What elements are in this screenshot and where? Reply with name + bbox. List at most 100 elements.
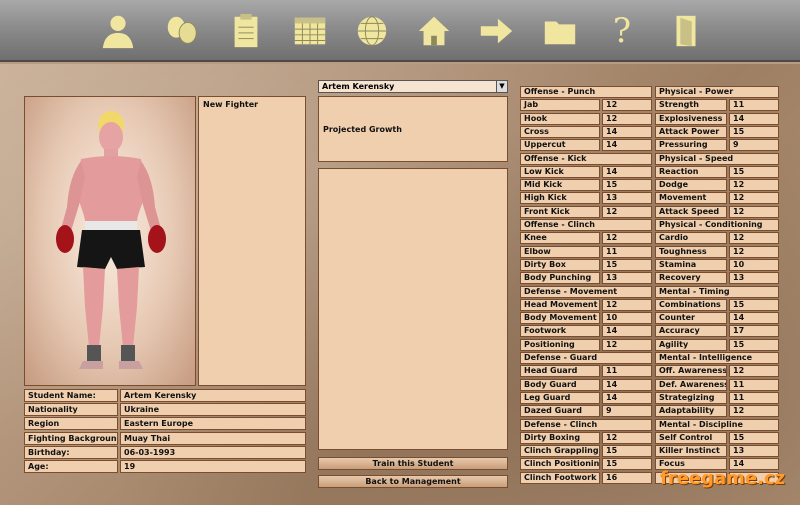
info-value: Eastern Europe bbox=[120, 417, 306, 431]
help-icon[interactable]: ? bbox=[600, 10, 644, 52]
stat-name: Front Kick bbox=[520, 205, 600, 218]
back-to-management-button[interactable]: Back to Management bbox=[318, 475, 508, 488]
stat-value: 13 bbox=[729, 272, 779, 285]
fighter-figure bbox=[56, 111, 166, 369]
stat-value: 12 bbox=[602, 205, 652, 218]
train-student-button[interactable]: Train this Student bbox=[318, 457, 508, 470]
stat-name: Body Guard bbox=[520, 378, 600, 391]
stat-name: Head Movement bbox=[520, 298, 600, 311]
growth-chart-area bbox=[318, 168, 508, 450]
info-row: Fighting Background: Muay Thai bbox=[24, 431, 306, 445]
info-value: Muay Thai bbox=[120, 431, 306, 445]
stat-value: 14 bbox=[602, 378, 652, 391]
stat-name: Clinch Positioning bbox=[520, 458, 600, 471]
person-icon[interactable] bbox=[96, 10, 140, 52]
stat-group-header: Physical - Conditioning bbox=[655, 219, 779, 231]
stat-value: 12 bbox=[602, 431, 652, 444]
stat-value: 12 bbox=[602, 232, 652, 245]
stat-value: 13 bbox=[729, 445, 779, 458]
stat-name: Dirty Boxing bbox=[520, 431, 600, 444]
stat-name: Combinations bbox=[655, 298, 727, 311]
stat-name: Body Movement bbox=[520, 312, 600, 325]
stat-group-header: Physical - Power bbox=[655, 86, 779, 98]
stat-value: 14 bbox=[602, 325, 652, 338]
stat-value: 17 bbox=[729, 325, 779, 338]
stat-value: 12 bbox=[729, 192, 779, 205]
stat-value: 11 bbox=[602, 245, 652, 258]
info-row: Region Eastern Europe bbox=[24, 417, 306, 431]
stat-name: Recovery bbox=[655, 272, 727, 285]
info-label: Nationality bbox=[24, 403, 118, 417]
stat-name: Strength bbox=[655, 99, 727, 112]
info-value: 06-03-1993 bbox=[120, 445, 306, 459]
stat-name: Attack Speed bbox=[655, 205, 727, 218]
stat-value: 15 bbox=[729, 298, 779, 311]
stat-value: 12 bbox=[729, 179, 779, 192]
fighter-notes-panel: New Fighter bbox=[198, 96, 306, 386]
exit-door-icon[interactable] bbox=[664, 10, 708, 52]
new-fighter-label: New Fighter bbox=[203, 100, 259, 109]
stat-value: 10 bbox=[602, 312, 652, 325]
projected-growth-panel: Projected Growth bbox=[318, 96, 508, 162]
stat-name: Movement bbox=[655, 192, 727, 205]
info-label: Fighting Background: bbox=[24, 431, 118, 445]
arrow-right-icon[interactable] bbox=[474, 10, 518, 52]
stat-name: Strategizing bbox=[655, 391, 727, 404]
stat-name: Footwork bbox=[520, 325, 600, 338]
stat-value: 11 bbox=[729, 378, 779, 391]
stat-name: Dazed Guard bbox=[520, 405, 600, 418]
info-label: Region bbox=[24, 417, 118, 431]
info-value: Artem Kerensky bbox=[120, 389, 306, 402]
stat-name: Toughness bbox=[655, 245, 727, 258]
stat-name: Jab bbox=[520, 99, 600, 112]
folder-icon[interactable] bbox=[538, 10, 582, 52]
stat-name: Positioning bbox=[520, 338, 600, 351]
stat-name: Counter bbox=[655, 312, 727, 325]
stat-name: Clinch Grappling bbox=[520, 445, 600, 458]
stat-name: Cross bbox=[520, 125, 600, 138]
stat-value: 9 bbox=[602, 405, 652, 418]
stat-name: Stamina bbox=[655, 258, 727, 271]
stat-value: 14 bbox=[602, 139, 652, 152]
stat-name: Uppercut bbox=[520, 139, 600, 152]
stat-value: 15 bbox=[729, 165, 779, 178]
info-label: Birthday: bbox=[24, 445, 118, 459]
stat-group-header: Physical - Speed bbox=[655, 152, 779, 165]
chevron-down-icon[interactable]: ▼ bbox=[496, 81, 507, 92]
clipboard-icon[interactable] bbox=[224, 10, 268, 52]
watermark-logo: freegame.cz bbox=[660, 468, 786, 489]
stat-value: 14 bbox=[602, 125, 652, 138]
stat-group-header: Offense - Clinch bbox=[520, 219, 652, 231]
info-row: Age: 19 bbox=[24, 460, 306, 473]
stat-value: 12 bbox=[729, 205, 779, 218]
stat-name: Explosiveness bbox=[655, 112, 727, 125]
top-toolbar: ? bbox=[0, 0, 800, 62]
globe-icon[interactable] bbox=[350, 10, 394, 52]
stat-name: Pressuring bbox=[655, 139, 727, 152]
stat-value: 15 bbox=[602, 445, 652, 458]
stat-value: 11 bbox=[729, 99, 779, 112]
stat-name: Off. Awareness bbox=[655, 365, 727, 378]
stat-value: 14 bbox=[602, 165, 652, 178]
stat-name: Head Guard bbox=[520, 365, 600, 378]
info-value: Ukraine bbox=[120, 403, 306, 417]
info-label: Student Name: bbox=[24, 389, 118, 402]
student-select[interactable]: Artem Kerensky ▼ bbox=[318, 80, 508, 93]
stat-name: Accuracy bbox=[655, 325, 727, 338]
stat-value: 12 bbox=[729, 245, 779, 258]
stat-name: Attack Power bbox=[655, 125, 727, 138]
stat-value: 12 bbox=[729, 405, 779, 418]
calendar-icon[interactable] bbox=[288, 10, 332, 52]
student-select-value: Artem Kerensky bbox=[322, 82, 395, 91]
stat-name: Mid Kick bbox=[520, 179, 600, 192]
stat-group-header: Defense - Guard bbox=[520, 352, 652, 364]
home-icon[interactable] bbox=[412, 10, 456, 52]
stat-group-header: Mental - Discipline bbox=[655, 418, 779, 431]
stat-value: 13 bbox=[602, 192, 652, 205]
boxing-gloves-icon[interactable] bbox=[160, 10, 204, 52]
stat-name: Knee bbox=[520, 232, 600, 245]
info-row: Nationality Ukraine bbox=[24, 403, 306, 417]
stat-name: Body Punching bbox=[520, 272, 600, 285]
stat-value: 16 bbox=[602, 471, 652, 484]
projected-growth-label: Projected Growth bbox=[323, 125, 402, 134]
